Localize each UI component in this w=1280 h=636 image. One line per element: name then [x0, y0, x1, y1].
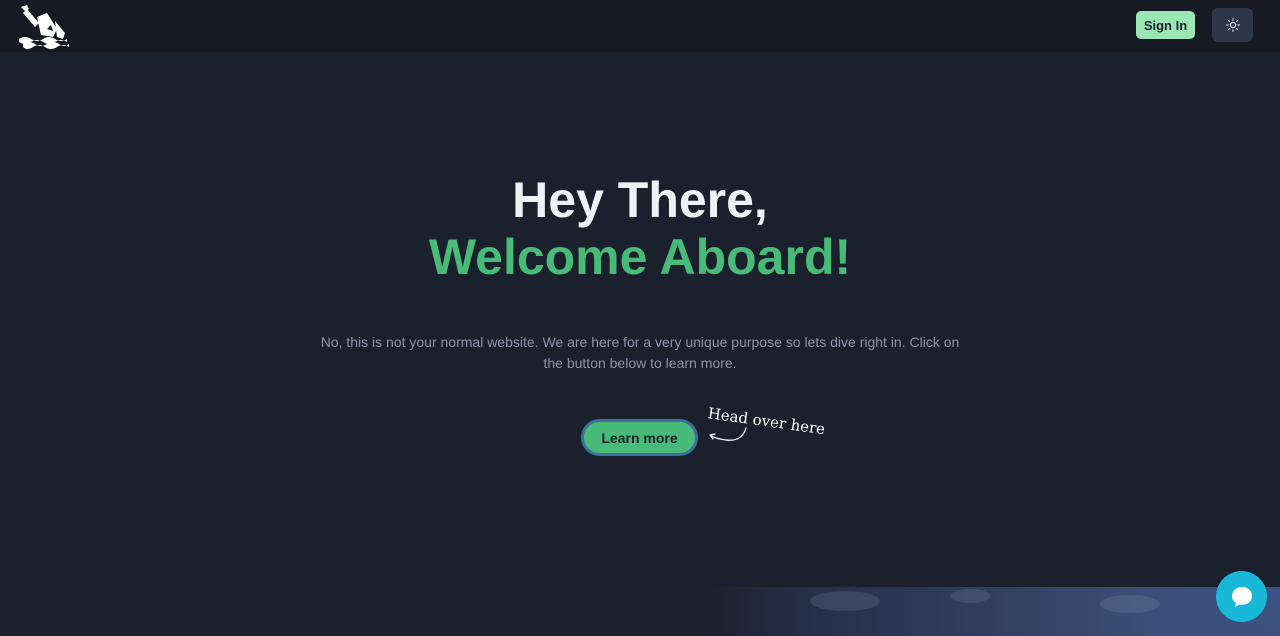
curved-arrow-icon — [709, 427, 747, 441]
theme-toggle-button[interactable] — [1212, 8, 1253, 42]
bottom-background-image — [700, 587, 1280, 636]
sun-icon — [1225, 18, 1240, 32]
hero-heading: Hey There, Welcome Aboard! — [0, 172, 1280, 286]
top-navbar: Sign In — [0, 0, 1280, 52]
sign-in-button[interactable]: Sign In — [1136, 11, 1195, 39]
chat-bubble-icon — [1231, 586, 1252, 607]
hero-heading-line1: Hey There, — [512, 172, 768, 228]
chat-widget-button[interactable] — [1216, 571, 1267, 622]
ship-logo-icon[interactable] — [17, 3, 71, 49]
page: Sign In Hey There, Welcome Aboard! No, t… — [0, 0, 1280, 636]
learn-more-button[interactable]: Learn more — [581, 419, 698, 456]
hero-description: No, this is not your normal website. We … — [320, 334, 960, 371]
hero-heading-line2: Welcome Aboard! — [428, 229, 852, 285]
